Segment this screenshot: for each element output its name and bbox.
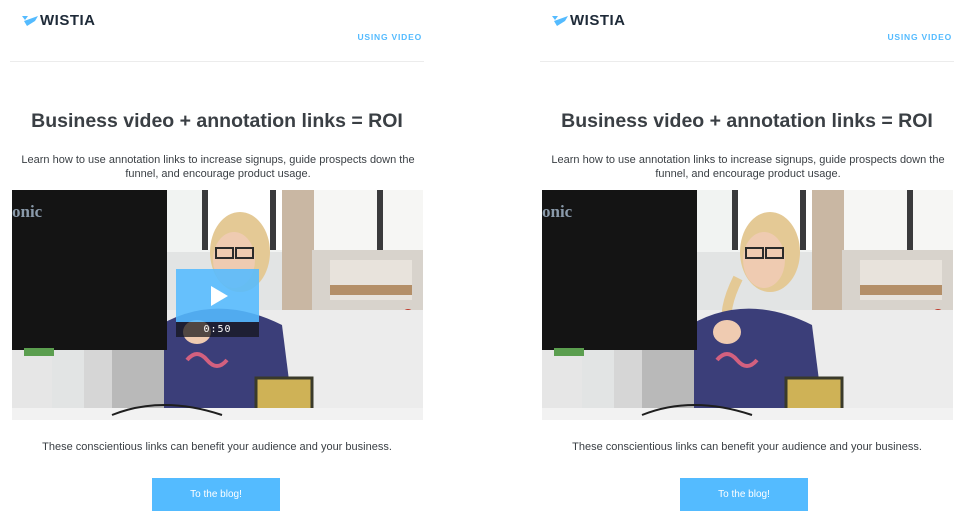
wistia-logo[interactable]: WISTIA	[22, 12, 96, 29]
wistia-logo-mark-icon	[22, 15, 38, 26]
email-preview-with-player: WISTIA USING VIDEO Business video + anno…	[0, 0, 430, 520]
using-video-link[interactable]: USING VIDEO	[357, 32, 422, 42]
page-subtitle: Learn how to use annotation links to inc…	[21, 154, 415, 180]
body-caption: These conscientious links can benefit yo…	[42, 441, 392, 453]
video-duration: 0:50	[176, 322, 259, 337]
header-divider	[540, 61, 954, 62]
page-title: Business video + annotation links = ROI	[561, 110, 933, 132]
logo-text: WISTIA	[570, 12, 626, 29]
video-thumbnail	[542, 190, 953, 420]
email-header: WISTIA USING VIDEO	[0, 0, 430, 62]
wistia-logo[interactable]: WISTIA	[552, 12, 626, 29]
email-preview-thumbnail-only: WISTIA USING VIDEO Business video + anno…	[530, 0, 960, 520]
to-the-blog-button[interactable]: To the blog!	[152, 478, 280, 511]
to-the-blog-button[interactable]: To the blog!	[680, 478, 808, 511]
play-icon	[211, 285, 228, 306]
logo-text: WISTIA	[40, 12, 96, 29]
page-subtitle: Learn how to use annotation links to inc…	[551, 154, 945, 180]
email-header: WISTIA USING VIDEO	[530, 0, 960, 62]
video-thumbnail-image[interactable]: onic	[542, 190, 953, 420]
monitor-text: onic	[542, 202, 573, 221]
header-divider	[10, 61, 424, 62]
page-title: Business video + annotation links = ROI	[31, 110, 403, 132]
play-button[interactable]	[176, 269, 259, 322]
using-video-link[interactable]: USING VIDEO	[887, 32, 952, 42]
monitor-text: onic	[12, 202, 43, 221]
body-caption: These conscientious links can benefit yo…	[572, 441, 922, 453]
video-player[interactable]: onic 0:50	[12, 190, 423, 420]
wistia-logo-mark-icon	[552, 15, 568, 26]
